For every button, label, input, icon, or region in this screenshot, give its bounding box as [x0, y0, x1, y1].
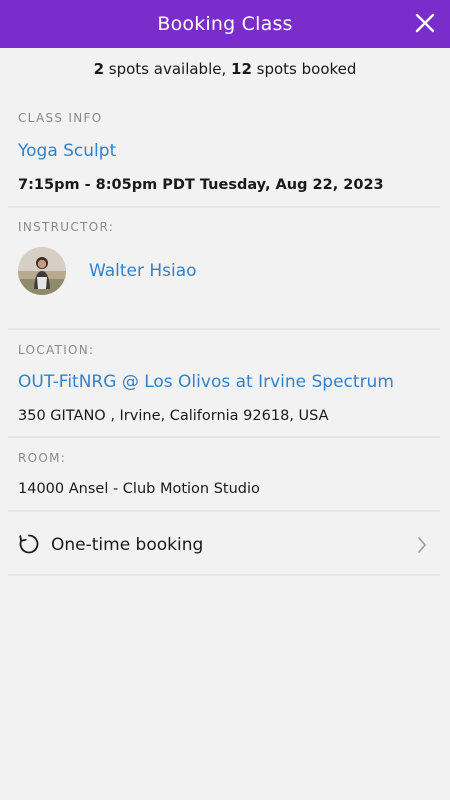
location-name-link[interactable]: OUT-FitNRG @ Los Olivos at Irvine Spectr… [18, 372, 394, 392]
booking-type-row[interactable]: One-time booking [8, 518, 440, 572]
booked-count: 12 [231, 60, 252, 78]
divider [8, 206, 440, 208]
location-label: LOCATION: [18, 343, 95, 357]
instructor-photo [18, 247, 66, 295]
page-title: Booking Class [157, 13, 293, 35]
refresh-icon [19, 534, 39, 554]
class-datetime: 7:15pm - 8:05pm PDT Tuesday, Aug 22, 202… [18, 177, 384, 193]
room-name: 14000 Ansel - Club Motion Studio [18, 481, 260, 497]
availability-summary: 2 spots available, 12 spots booked [0, 60, 450, 78]
divider [8, 510, 440, 512]
booking-type-label: One-time booking [51, 535, 204, 555]
instructor-label: INSTRUCTOR: [18, 220, 115, 234]
divider [8, 436, 440, 438]
location-address: 350 GITANO , Irvine, California 92618, U… [18, 408, 329, 424]
close-icon[interactable] [412, 10, 438, 36]
available-count: 2 [93, 60, 105, 78]
instructor-name-link[interactable]: Walter Hsiao [89, 261, 197, 281]
class-info-label: CLASS INFO [18, 111, 103, 125]
available-text: spots available, [104, 60, 232, 78]
class-name-link[interactable]: Yoga Sculpt [18, 141, 116, 161]
room-label: ROOM: [18, 451, 67, 465]
avatar[interactable] [18, 247, 66, 295]
chevron-right-icon [418, 537, 426, 553]
booked-text: spots booked [251, 60, 357, 78]
header-bar: Booking Class [0, 0, 450, 48]
divider [8, 574, 440, 576]
divider [8, 328, 440, 330]
